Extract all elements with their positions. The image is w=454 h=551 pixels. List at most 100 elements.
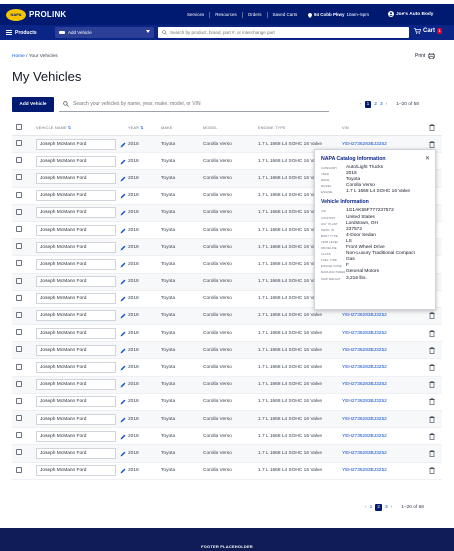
vin-link[interactable]: YEH2736283BJ3252: [342, 382, 387, 387]
pencil-icon[interactable]: [120, 262, 126, 268]
vehicle-search-input[interactable]: [59, 97, 329, 112]
trash-icon[interactable]: [429, 312, 435, 320]
pencil-icon[interactable]: [120, 193, 126, 199]
pagination-page-3[interactable]: 3: [380, 102, 383, 107]
products-menu-button[interactable]: Products: [6, 28, 37, 37]
close-icon[interactable]: ✕: [425, 155, 430, 162]
pencil-icon[interactable]: [120, 245, 126, 251]
nav-orders[interactable]: Orders: [243, 12, 268, 18]
nav-saved-carts[interactable]: Saved Carts: [268, 12, 303, 18]
store-selector[interactable]: 94 Cobb Pkwy 10am–5pm: [308, 12, 369, 18]
pencil-icon[interactable]: [120, 313, 126, 319]
nav-services[interactable]: Services: [182, 12, 211, 18]
vin-link[interactable]: YEH2736283BJ3252: [342, 331, 387, 336]
trash-icon[interactable]: [429, 364, 435, 371]
header-vehicle-name[interactable]: VEHICLE NAME⇅: [36, 125, 128, 130]
row-checkbox[interactable]: [16, 260, 22, 267]
vehicle-name-field[interactable]: Joseph McMann Ford: [36, 241, 126, 253]
vin-link[interactable]: YEH2736283BJ3252: [342, 417, 387, 422]
pencil-icon[interactable]: [120, 210, 126, 216]
vehicle-name-field[interactable]: Joseph McMann Ford: [36, 172, 126, 184]
trash-icon[interactable]: [429, 124, 435, 131]
vehicle-name-field[interactable]: Joseph McMann Ford: [36, 293, 126, 305]
row-checkbox[interactable]: [16, 329, 22, 336]
pencil-icon[interactable]: [120, 417, 126, 423]
pencil-icon[interactable]: [120, 331, 126, 337]
pencil-icon[interactable]: [120, 228, 126, 234]
row-checkbox[interactable]: [16, 466, 22, 473]
vehicle-name-field[interactable]: Joseph McMann Ford: [36, 362, 126, 374]
row-checkbox[interactable]: [16, 346, 22, 353]
pencil-icon[interactable]: [120, 399, 126, 405]
cart-button[interactable]: Cart 1: [414, 28, 443, 34]
pagination-prev[interactable]: ‹: [365, 505, 367, 510]
row-checkbox[interactable]: [16, 397, 22, 404]
row-checkbox[interactable]: [16, 243, 22, 250]
row-checkbox[interactable]: [16, 294, 22, 301]
row-checkbox[interactable]: [16, 449, 22, 456]
pencil-icon[interactable]: [120, 434, 126, 440]
vehicle-name-field[interactable]: Joseph McMann Ford: [36, 327, 126, 339]
row-checkbox[interactable]: [16, 174, 22, 181]
pagination-page-1[interactable]: 1: [364, 101, 372, 108]
row-checkbox[interactable]: [16, 311, 22, 318]
vehicle-name-field[interactable]: Joseph McMann Ford: [36, 447, 126, 459]
vin-link[interactable]: YEH2736283BJ3252: [342, 313, 387, 318]
pagination-page-2[interactable]: 2: [375, 504, 382, 511]
vin-link[interactable]: YEH2736283BJ3252: [342, 365, 387, 370]
row-checkbox[interactable]: [16, 140, 22, 147]
global-search-input[interactable]: [158, 27, 409, 38]
vehicle-name-field[interactable]: Joseph McMann Ford: [36, 138, 126, 150]
pagination-page-1[interactable]: 1: [370, 505, 373, 510]
pencil-icon[interactable]: [120, 142, 126, 148]
vehicle-name-field[interactable]: Joseph McMann Ford: [36, 155, 126, 167]
napa-prolink-logo[interactable]: NAPA PROLINK: [6, 8, 66, 21]
vin-link[interactable]: YEH2736283BJ3252: [342, 142, 387, 147]
vehicle-name-field[interactable]: Joseph McMann Ford: [36, 276, 126, 288]
pencil-icon[interactable]: [120, 176, 126, 182]
trash-icon[interactable]: [429, 381, 435, 389]
breadcrumb-home[interactable]: Home: [12, 54, 25, 59]
pagination-page-3[interactable]: 3: [385, 505, 388, 510]
pencil-icon[interactable]: [120, 279, 126, 285]
trash-icon[interactable]: [429, 415, 435, 423]
vehicle-name-field[interactable]: Joseph McMann Ford: [36, 430, 126, 442]
vehicle-name-field[interactable]: Joseph McMann Ford: [36, 310, 126, 322]
pencil-icon[interactable]: [120, 451, 126, 457]
trash-icon[interactable]: [429, 329, 435, 337]
vehicle-name-field[interactable]: Joseph McMann Ford: [36, 207, 126, 219]
trash-icon[interactable]: [429, 346, 435, 354]
trash-icon[interactable]: [429, 140, 435, 148]
pagination-next[interactable]: ›: [391, 505, 393, 510]
pencil-icon[interactable]: [120, 348, 126, 354]
select-all-checkbox[interactable]: [16, 124, 22, 130]
trash-icon[interactable]: [429, 467, 435, 475]
account-menu[interactable]: Joe's Auto Body: [388, 11, 433, 17]
pencil-icon[interactable]: [120, 382, 126, 388]
vehicle-name-field[interactable]: Joseph McMann Ford: [36, 190, 126, 202]
vehicle-name-field[interactable]: Joseph McMann Ford: [36, 396, 126, 408]
trash-icon[interactable]: [429, 398, 435, 406]
pencil-icon[interactable]: [120, 159, 126, 165]
trash-icon[interactable]: [429, 449, 435, 457]
print-button[interactable]: Print: [415, 53, 436, 59]
row-checkbox[interactable]: [16, 363, 22, 370]
pencil-icon[interactable]: [120, 296, 126, 302]
row-checkbox[interactable]: [16, 191, 22, 198]
pagination-next[interactable]: ›: [386, 102, 388, 107]
pagination-prev[interactable]: ‹: [360, 102, 362, 107]
vin-link[interactable]: YEH2736283BJ3252: [342, 468, 387, 473]
row-checkbox[interactable]: [16, 208, 22, 215]
vehicle-name-field[interactable]: Joseph McMann Ford: [36, 258, 126, 270]
row-checkbox[interactable]: [16, 226, 22, 233]
header-year[interactable]: YEAR⇅: [128, 125, 161, 130]
vehicle-name-field[interactable]: Joseph McMann Ford: [36, 344, 126, 356]
vin-link[interactable]: YEH2736283BJ3252: [342, 451, 387, 456]
pencil-icon[interactable]: [120, 365, 126, 371]
row-checkbox[interactable]: [16, 277, 22, 284]
add-vehicle-button[interactable]: Add Vehicle: [12, 97, 54, 112]
nav-resources[interactable]: Resources: [210, 12, 243, 18]
vehicle-name-field[interactable]: Joseph McMann Ford: [36, 224, 126, 236]
vehicle-name-field[interactable]: Joseph McMann Ford: [36, 465, 126, 477]
vin-link[interactable]: YEH2736283BJ3252: [342, 348, 387, 353]
